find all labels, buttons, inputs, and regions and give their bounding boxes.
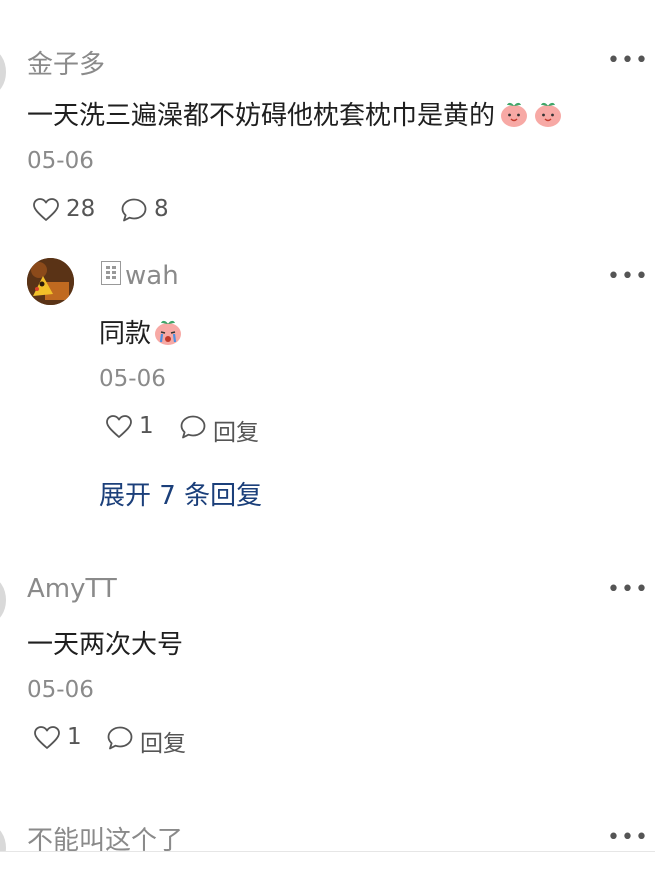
bottom-cover [0,852,655,875]
peach-emoji [499,100,529,128]
comment-text: 一天两次大号 [27,630,184,660]
expand-replies-link[interactable]: 展开 7 条回复 [99,475,262,512]
comment-icon [180,414,208,440]
comment-icon [107,725,135,751]
avatar[interactable] [0,578,6,622]
heart-icon [32,197,60,223]
comment-text: 一天洗三遍澡都不妨碍他枕套枕巾是黄的 [27,95,563,132]
crying-peach-emoji [153,318,183,346]
avatar[interactable] [27,258,74,305]
reply-label: 回复 [140,731,186,757]
mahjong-icon [101,261,121,285]
more-icon[interactable]: ••• [607,579,649,601]
like-count: 28 [66,196,96,222]
more-icon[interactable]: ••• [607,50,649,72]
more-icon[interactable]: ••• [607,266,649,288]
like-count: 1 [67,724,82,750]
avatar[interactable] [0,50,6,94]
reply-username-row[interactable]: wah [101,261,179,291]
reply-text-content: 同款 [99,319,152,349]
comment-date: 05-06 [27,677,94,703]
comment-text-content: 一天洗三遍澡都不妨碍他枕套枕巾是黄的 [27,101,496,131]
comment-username[interactable]: 金子多 [27,44,105,81]
comment-icon [121,197,149,223]
comment-date: 05-06 [27,148,94,174]
comment-username[interactable]: AmyTT [27,574,117,604]
reply-username: wah [125,261,179,291]
reply-text: 同款 [99,313,183,350]
reply-count: 8 [154,196,169,222]
reply-label: 回复 [213,420,259,446]
peach-emoji [533,100,563,128]
heart-icon [33,725,61,751]
like-count: 1 [139,413,154,439]
more-icon[interactable]: ••• [607,827,649,849]
heart-icon [105,414,133,440]
reply-date: 05-06 [99,366,166,392]
